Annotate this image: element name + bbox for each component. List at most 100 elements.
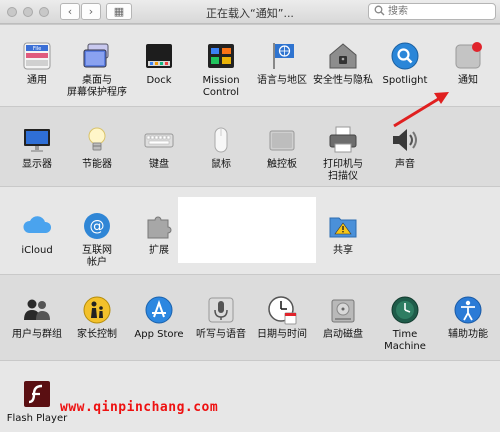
pref-pane-security-privacy[interactable]: 安全性与隐私	[312, 40, 374, 87]
pref-pane-label: Spotlight	[382, 75, 428, 86]
flash-player-icon	[21, 378, 53, 410]
back-button[interactable]: ‹	[60, 3, 80, 20]
search-input[interactable]	[388, 4, 488, 19]
extensions-icon	[143, 210, 175, 242]
pref-pane-label: 启动磁盘	[323, 329, 363, 340]
pref-pane-label: 互联网 帐户	[82, 245, 112, 268]
pref-pane-startup-disk[interactable]: 启动磁盘	[312, 294, 374, 341]
window-title: 正在载入“通知”...	[206, 7, 294, 20]
pref-pane-label: 打印机与 扫描仪	[323, 159, 363, 182]
pref-pane-label: 扩展	[149, 245, 169, 256]
language-region-icon	[266, 40, 298, 72]
pref-pane-sound[interactable]: 声音	[374, 124, 436, 171]
pref-pane-displays[interactable]: 显示器	[6, 124, 68, 171]
pref-pane-dock[interactable]: Dock	[128, 40, 190, 87]
pref-pane-label: 通知	[458, 75, 478, 86]
printers-scanners-icon	[327, 124, 359, 156]
pref-pane-app-store[interactable]: App Store	[128, 294, 190, 341]
sound-icon	[389, 124, 421, 156]
pref-pane-label: 触控板	[267, 159, 297, 170]
pref-pane-sharing[interactable]: 共享	[312, 210, 374, 257]
pref-pane-label: iCloud	[21, 245, 53, 256]
row-other	[0, 360, 500, 432]
icloud-icon	[21, 210, 53, 242]
desktop-screensaver-icon	[81, 40, 113, 72]
pref-pane-general[interactable]: File 通用	[6, 40, 68, 87]
dock-icon	[143, 40, 175, 72]
pref-pane-parental-controls[interactable]: 家长控制	[66, 294, 128, 341]
pref-pane-spotlight[interactable]: Spotlight	[374, 40, 436, 87]
sharing-icon	[327, 210, 359, 242]
app-store-icon	[143, 294, 175, 326]
pref-pane-label: 显示器	[22, 159, 52, 170]
search-icon	[374, 5, 385, 19]
displays-icon	[21, 124, 53, 156]
pref-pane-label: 节能器	[82, 159, 112, 170]
pref-pane-label: 语言与地区	[257, 75, 307, 86]
pref-pane-extensions[interactable]: 扩展	[128, 210, 190, 257]
spotlight-icon	[389, 40, 421, 72]
startup-disk-icon	[327, 294, 359, 326]
show-all-button[interactable]: ▦	[106, 3, 132, 20]
pref-pane-label: 用户与群组	[12, 329, 62, 340]
watermark: www.qinpinchang.com	[60, 400, 219, 415]
pref-pane-icloud[interactable]: iCloud	[6, 210, 68, 257]
pref-pane-label: 辅助功能	[448, 329, 488, 340]
keyboard-icon	[143, 124, 175, 156]
grid-icon: ▦	[113, 5, 125, 18]
pref-pane-label: 声音	[395, 159, 415, 170]
pref-pane-flash-player[interactable]: Flash Player	[6, 378, 68, 425]
pref-pane-notifications[interactable]: 通知	[437, 40, 499, 87]
minimize-button[interactable]	[23, 7, 33, 17]
pref-pane-users-groups[interactable]: 用户与群组	[6, 294, 68, 341]
time-machine-icon	[389, 294, 421, 326]
zoom-button[interactable]	[39, 7, 49, 17]
pref-pane-label: 家长控制	[77, 329, 117, 340]
notifications-icon	[452, 40, 484, 72]
pref-pane-label: App Store	[134, 329, 184, 340]
pref-pane-label: 共享	[333, 245, 353, 256]
pref-pane-language-region[interactable]: 语言与地区	[251, 40, 313, 87]
svg-text:@: @	[90, 217, 105, 235]
pref-pane-energy-saver[interactable]: 节能器	[66, 124, 128, 171]
mission-control-icon	[205, 40, 237, 72]
title-bar: ‹ › ▦ 正在载入“通知”...	[0, 0, 500, 24]
chevron-right-icon: ›	[88, 5, 94, 18]
accessibility-icon	[452, 294, 484, 326]
svg-text:File: File	[33, 46, 41, 52]
pref-pane-label: 安全性与隐私	[313, 75, 373, 86]
trackpad-icon	[266, 124, 298, 156]
pref-pane-mouse[interactable]: 鼠标	[190, 124, 252, 171]
users-groups-icon	[21, 294, 53, 326]
internet-accounts-icon: @	[81, 210, 113, 242]
date-time-icon	[266, 294, 298, 326]
pref-pane-label: 键盘	[149, 159, 169, 170]
forward-button[interactable]: ›	[81, 3, 101, 20]
pref-pane-label: 鼠标	[211, 159, 231, 170]
pref-pane-label: 桌面与 屏幕保护程序	[67, 75, 127, 98]
close-button[interactable]	[7, 7, 17, 17]
pref-pane-label: Dock	[146, 75, 172, 86]
pref-pane-label: Flash Player	[6, 413, 68, 424]
general-icon: File	[21, 40, 53, 72]
pref-pane-label: 通用	[27, 75, 47, 86]
pref-pane-time-machine[interactable]: Time Machine	[374, 294, 436, 353]
pref-pane-printers-scanners[interactable]: 打印机与 扫描仪	[312, 124, 374, 183]
energy-saver-icon	[81, 124, 113, 156]
parental-controls-icon	[81, 294, 113, 326]
pref-pane-mission-control[interactable]: Mission Control	[190, 40, 252, 99]
pref-pane-keyboard[interactable]: 键盘	[128, 124, 190, 171]
dictation-speech-icon	[205, 294, 237, 326]
pref-pane-trackpad[interactable]: 触控板	[251, 124, 313, 171]
pref-pane-label: 日期与时间	[257, 329, 307, 340]
search-field[interactable]	[368, 3, 496, 20]
pref-pane-internet-accounts[interactable]: @ 互联网 帐户	[66, 210, 128, 269]
pref-pane-dictation-speech[interactable]: 听写与语音	[190, 294, 252, 341]
pref-pane-accessibility[interactable]: 辅助功能	[437, 294, 499, 341]
loading-placeholder	[178, 197, 316, 263]
pref-pane-desktop-screensaver[interactable]: 桌面与 屏幕保护程序	[66, 40, 128, 99]
pref-pane-date-time[interactable]: 日期与时间	[251, 294, 313, 341]
pref-pane-label: 听写与语音	[196, 329, 246, 340]
mouse-icon	[205, 124, 237, 156]
security-privacy-icon	[327, 40, 359, 72]
